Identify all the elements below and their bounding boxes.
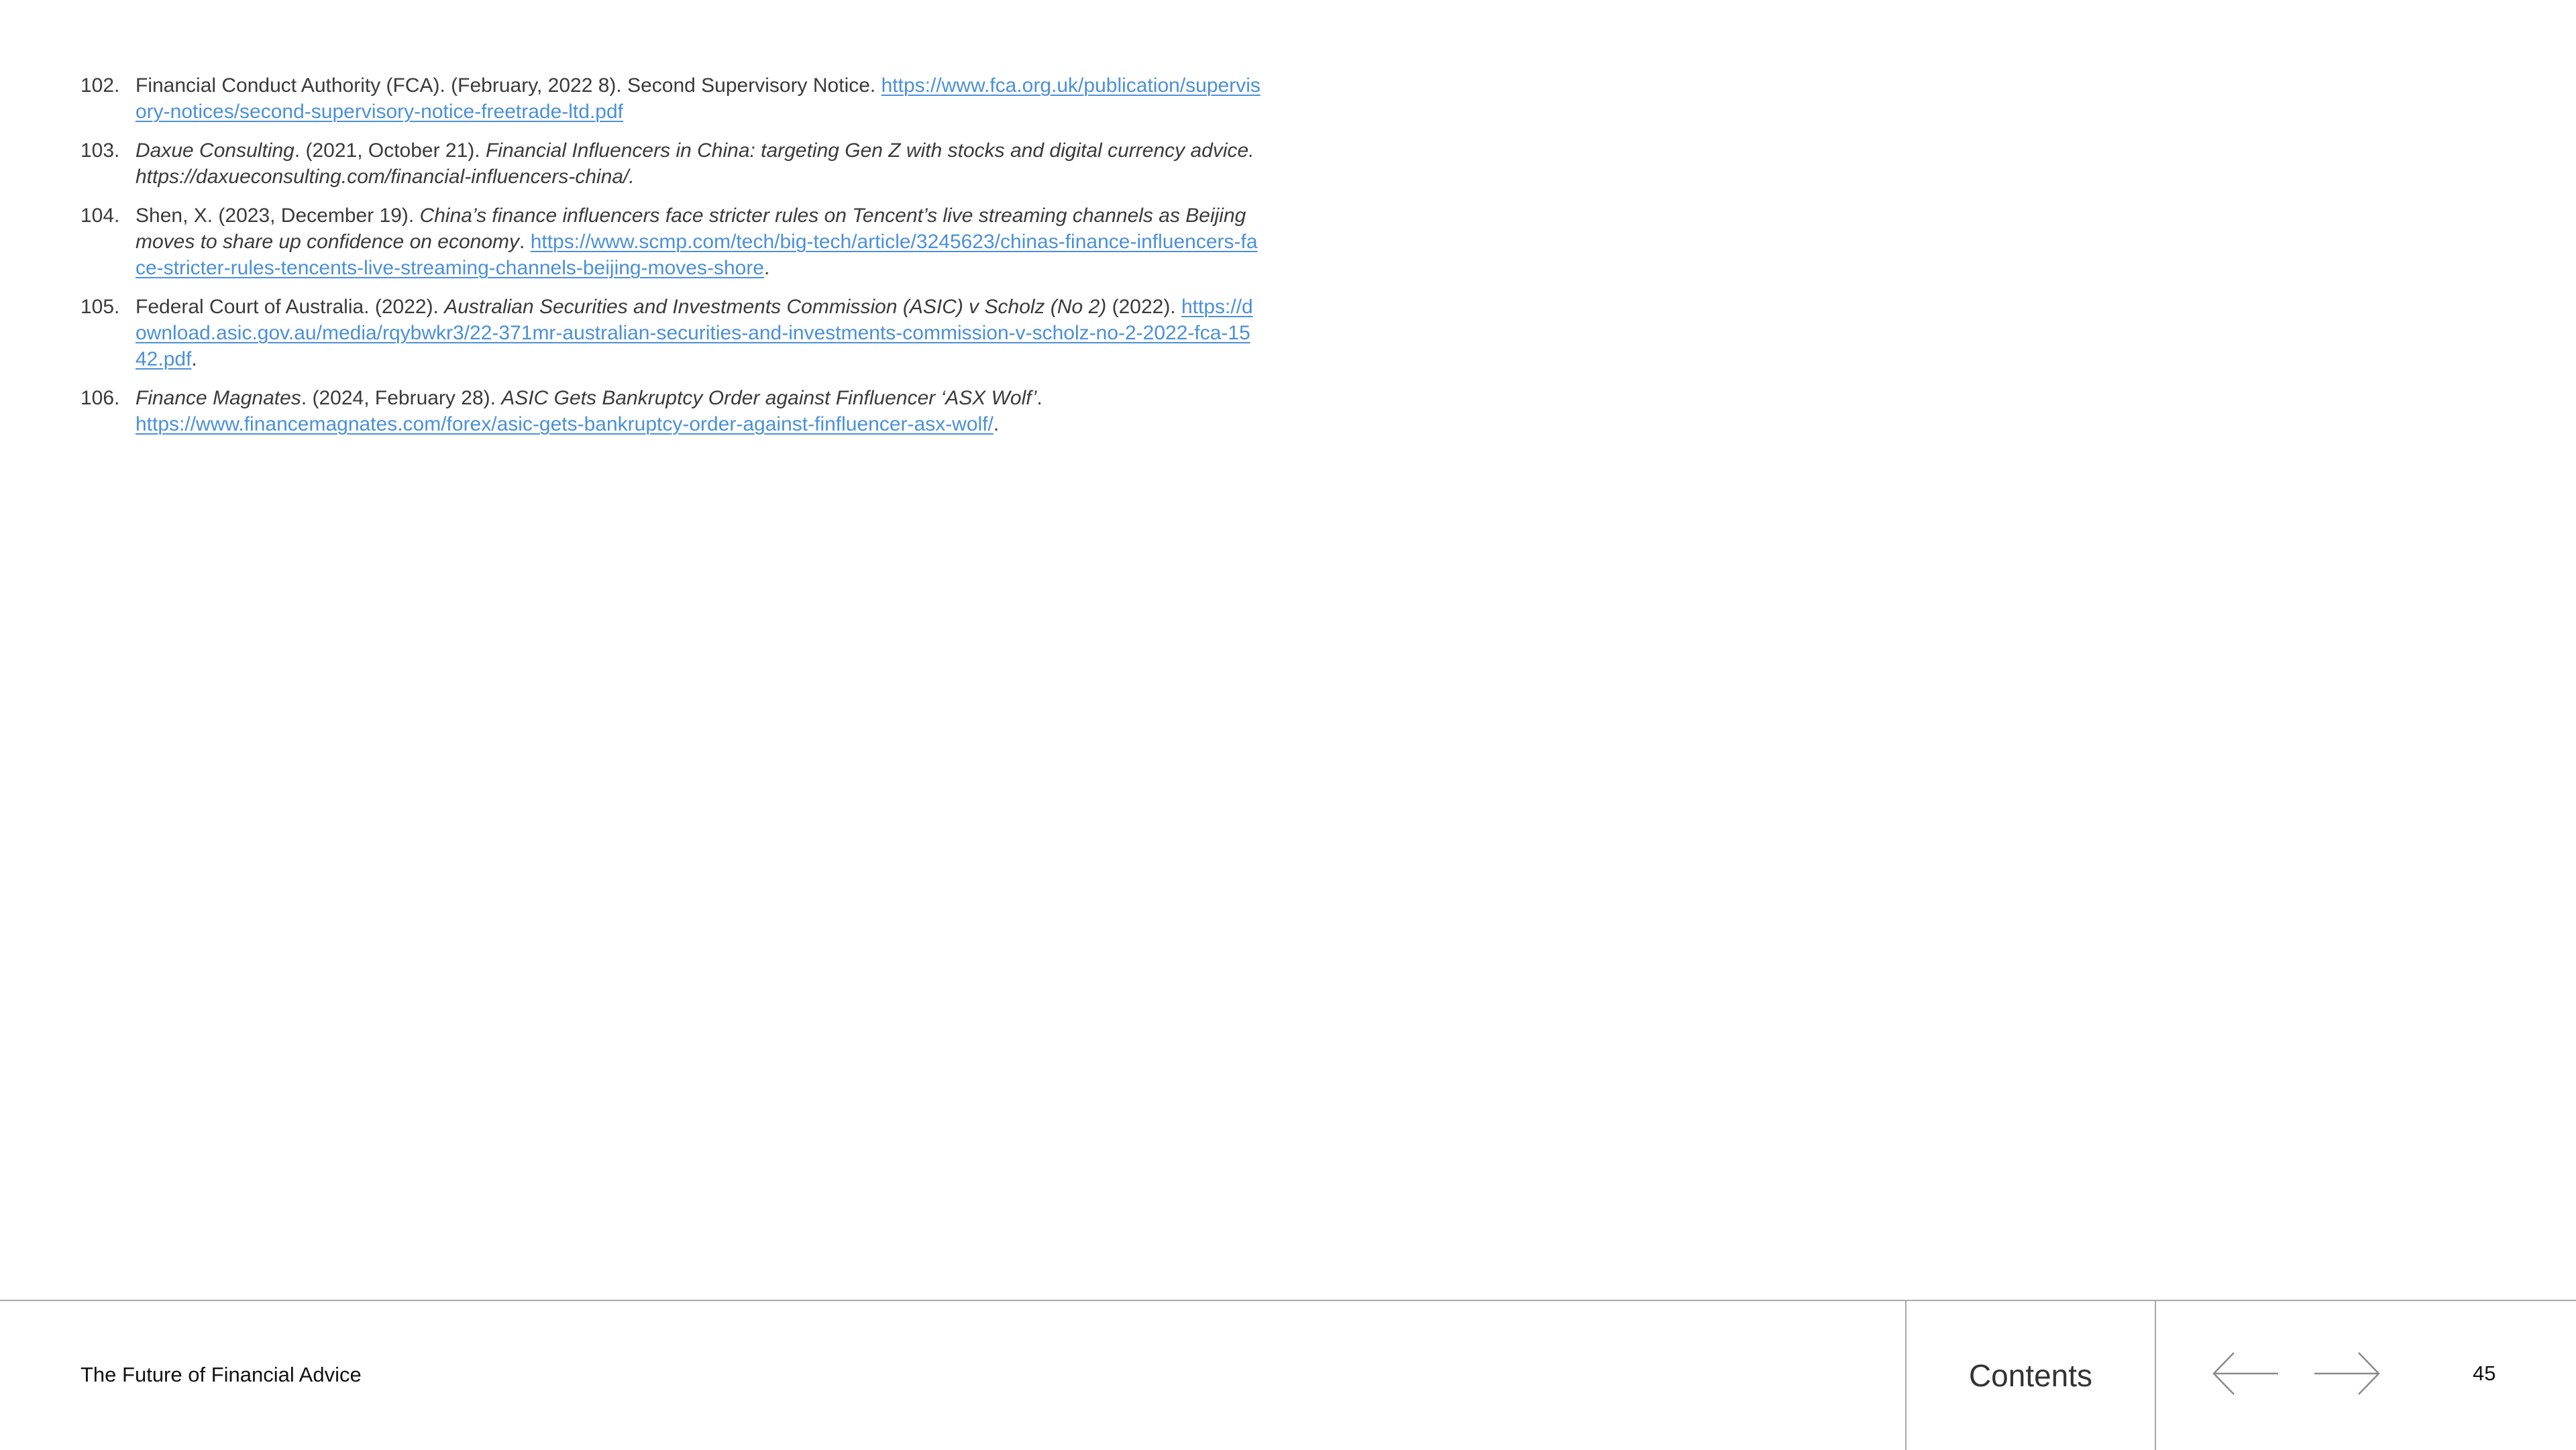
reference-number: 102. xyxy=(80,74,120,97)
reference-text: Finance Magnates. (2024, February 28). A… xyxy=(136,385,1261,437)
reference-number: 104. xyxy=(80,205,120,227)
reference-end: . xyxy=(191,348,197,370)
reference-citation: Financial Conduct Authority (FCA). (Febr… xyxy=(136,74,881,97)
footer-divider xyxy=(2155,1301,2156,1450)
reference-title: ASIC Gets Bankruptcy Order against Finfl… xyxy=(501,387,1037,409)
arrow-left-icon[interactable] xyxy=(2211,1350,2281,1397)
reference-item-106: 106. Finance Magnates. (2024, February 2… xyxy=(80,385,1261,437)
reference-end: . xyxy=(993,413,1000,435)
reference-item-103: 103. Daxue Consulting. (2021, October 21… xyxy=(80,137,1261,190)
reference-number: 106. xyxy=(80,387,120,409)
contents-button[interactable]: Contents xyxy=(1907,1301,2155,1450)
reference-text: Financial Conduct Authority (FCA). (Febr… xyxy=(136,72,1261,125)
reference-separator: . xyxy=(519,231,531,253)
reference-number: 105. xyxy=(80,296,120,318)
reference-author: Finance Magnates xyxy=(136,387,301,409)
reference-number: 103. xyxy=(80,140,120,162)
reference-end: . xyxy=(764,257,770,279)
arrow-right-icon[interactable] xyxy=(2312,1350,2381,1397)
page-footer: The Future of Financial Advice Contents … xyxy=(0,1300,2576,1450)
reference-title: Australian Securities and Investments Co… xyxy=(444,296,1107,318)
reference-item-104: 104. Shen, X. (2023, December 19). China… xyxy=(80,203,1261,281)
reference-item-102: 102. Financial Conduct Authority (FCA). … xyxy=(80,72,1261,125)
reference-separator: . xyxy=(1036,387,1042,409)
reference-year: (2022). xyxy=(1106,296,1181,318)
reference-link[interactable]: https://www.financemagnates.com/forex/as… xyxy=(136,413,994,435)
reference-text: Daxue Consulting. (2021, October 21). Fi… xyxy=(136,137,1261,190)
page-number: 45 xyxy=(2473,1361,2496,1385)
reference-text: Federal Court of Australia. (2022). Aust… xyxy=(136,294,1261,372)
reference-date: . (2024, February 28). xyxy=(301,387,502,409)
reference-list: 102. Financial Conduct Authority (FCA). … xyxy=(80,72,1261,450)
reference-date: . (2021, October 21). xyxy=(294,140,486,162)
reference-author: Daxue Consulting xyxy=(136,140,294,162)
reference-item-105: 105. Federal Court of Australia. (2022).… xyxy=(80,294,1261,372)
reference-author: Federal Court of Australia. (2022). xyxy=(136,296,445,318)
reference-text: Shen, X. (2023, December 19). China’s fi… xyxy=(136,203,1261,281)
document-title: The Future of Financial Advice xyxy=(80,1363,362,1386)
reference-author: Shen, X. (2023, December 19). xyxy=(136,205,420,227)
